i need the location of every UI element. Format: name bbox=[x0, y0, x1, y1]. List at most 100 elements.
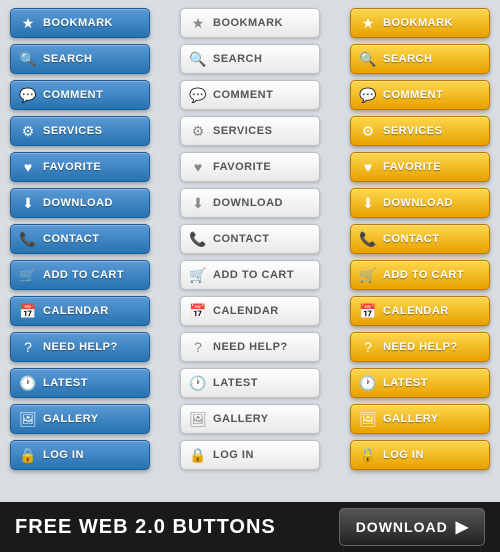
gallery-label-gold: GALLERY bbox=[383, 413, 439, 425]
btn-white-login[interactable]: 🔒 LOG IN bbox=[180, 440, 320, 470]
contact-label-blue: CONTACT bbox=[43, 233, 99, 245]
btn-blue-download[interactable]: ⬇ DOWNLOAD bbox=[10, 188, 150, 218]
calendar-label-gold: CALENDAR bbox=[383, 305, 449, 317]
button-row-contact: 📞 CONTACT 📞 CONTACT 📞 CONTACT bbox=[10, 224, 490, 254]
btn-blue-needhelp[interactable]: ? NEED HELP? bbox=[10, 332, 150, 362]
download-label-gold: DOWNLOAD bbox=[383, 197, 453, 209]
btn-blue-login[interactable]: 🔒 LOG IN bbox=[10, 440, 150, 470]
gallery-icon-white: 🖼 bbox=[189, 411, 207, 428]
btn-gold-latest[interactable]: 🕐 LATEST bbox=[350, 368, 490, 398]
btn-white-calendar[interactable]: 📅 CALENDAR bbox=[180, 296, 320, 326]
footer-download-button[interactable]: DOWNLOAD ▶ bbox=[339, 508, 485, 546]
btn-gold-needhelp[interactable]: ? NEED HELP? bbox=[350, 332, 490, 362]
addtocart-label-white: ADD TO CART bbox=[213, 269, 294, 281]
addtocart-icon-blue: 🛒 bbox=[19, 267, 37, 284]
btn-gold-favorite[interactable]: ♥ FAVORITE bbox=[350, 152, 490, 182]
btn-gold-bookmark[interactable]: ★ BOOKMARK bbox=[350, 8, 490, 38]
btn-white-gallery[interactable]: 🖼 GALLERY bbox=[180, 404, 320, 434]
download-label-white: DOWNLOAD bbox=[213, 197, 283, 209]
gallery-icon-blue: 🖼 bbox=[19, 411, 37, 428]
search-icon-blue: 🔍 bbox=[19, 51, 37, 68]
bookmark-icon-blue: ★ bbox=[19, 15, 37, 32]
button-row-calendar: 📅 CALENDAR 📅 CALENDAR 📅 CALENDAR bbox=[10, 296, 490, 326]
contact-label-white: CONTACT bbox=[213, 233, 269, 245]
btn-gold-services[interactable]: ⚙ SERVICES bbox=[350, 116, 490, 146]
btn-gold-addtocart[interactable]: 🛒 ADD TO CART bbox=[350, 260, 490, 290]
download-icon-white: ⬇ bbox=[189, 195, 207, 212]
btn-white-search[interactable]: 🔍 SEARCH bbox=[180, 44, 320, 74]
download-icon-gold: ⬇ bbox=[359, 195, 377, 212]
needhelp-label-white: NEED HELP? bbox=[213, 341, 288, 353]
bookmark-label-gold: BOOKMARK bbox=[383, 17, 453, 29]
login-label-white: LOG IN bbox=[213, 449, 254, 461]
login-icon-gold: 🔒 bbox=[359, 447, 377, 464]
login-label-gold: LOG IN bbox=[383, 449, 424, 461]
services-icon-gold: ⚙ bbox=[359, 123, 377, 140]
search-icon-gold: 🔍 bbox=[359, 51, 377, 68]
btn-gold-gallery[interactable]: 🖼 GALLERY bbox=[350, 404, 490, 434]
needhelp-label-gold: NEED HELP? bbox=[383, 341, 458, 353]
login-icon-white: 🔒 bbox=[189, 447, 207, 464]
btn-blue-bookmark[interactable]: ★ BOOKMARK bbox=[10, 8, 150, 38]
btn-blue-services[interactable]: ⚙ SERVICES bbox=[10, 116, 150, 146]
footer-download-label: DOWNLOAD bbox=[356, 519, 448, 535]
btn-gold-calendar[interactable]: 📅 CALENDAR bbox=[350, 296, 490, 326]
btn-white-contact[interactable]: 📞 CONTACT bbox=[180, 224, 320, 254]
calendar-icon-white: 📅 bbox=[189, 303, 207, 320]
addtocart-icon-gold: 🛒 bbox=[359, 267, 377, 284]
button-row-services: ⚙ SERVICES ⚙ SERVICES ⚙ SERVICES bbox=[10, 116, 490, 146]
btn-blue-comment[interactable]: 💬 COMMENT bbox=[10, 80, 150, 110]
login-icon-blue: 🔒 bbox=[19, 447, 37, 464]
btn-blue-calendar[interactable]: 📅 CALENDAR bbox=[10, 296, 150, 326]
latest-icon-white: 🕐 bbox=[189, 375, 207, 392]
comment-icon-white: 💬 bbox=[189, 87, 207, 104]
btn-gold-search[interactable]: 🔍 SEARCH bbox=[350, 44, 490, 74]
button-row-latest: 🕐 LATEST 🕐 LATEST 🕐 LATEST bbox=[10, 368, 490, 398]
btn-white-latest[interactable]: 🕐 LATEST bbox=[180, 368, 320, 398]
addtocart-icon-white: 🛒 bbox=[189, 267, 207, 284]
btn-white-services[interactable]: ⚙ SERVICES bbox=[180, 116, 320, 146]
search-icon-white: 🔍 bbox=[189, 51, 207, 68]
bookmark-icon-gold: ★ bbox=[359, 15, 377, 32]
btn-white-comment[interactable]: 💬 COMMENT bbox=[180, 80, 320, 110]
btn-blue-gallery[interactable]: 🖼 GALLERY bbox=[10, 404, 150, 434]
btn-white-download[interactable]: ⬇ DOWNLOAD bbox=[180, 188, 320, 218]
button-row-favorite: ♥ FAVORITE ♥ FAVORITE ♥ FAVORITE bbox=[10, 152, 490, 182]
favorite-label-blue: FAVORITE bbox=[43, 161, 101, 173]
btn-white-needhelp[interactable]: ? NEED HELP? bbox=[180, 332, 320, 362]
button-row-download: ⬇ DOWNLOAD ⬇ DOWNLOAD ⬇ DOWNLOAD bbox=[10, 188, 490, 218]
btn-gold-comment[interactable]: 💬 COMMENT bbox=[350, 80, 490, 110]
services-icon-blue: ⚙ bbox=[19, 123, 37, 140]
btn-gold-login[interactable]: 🔒 LOG IN bbox=[350, 440, 490, 470]
btn-gold-download[interactable]: ⬇ DOWNLOAD bbox=[350, 188, 490, 218]
btn-blue-addtocart[interactable]: 🛒 ADD TO CART bbox=[10, 260, 150, 290]
calendar-label-blue: CALENDAR bbox=[43, 305, 109, 317]
footer-download-arrow-icon: ▶ bbox=[456, 517, 468, 537]
services-icon-white: ⚙ bbox=[189, 123, 207, 140]
comment-icon-blue: 💬 bbox=[19, 87, 37, 104]
gallery-label-white: GALLERY bbox=[213, 413, 269, 425]
gallery-icon-gold: 🖼 bbox=[359, 411, 377, 428]
download-label-blue: DOWNLOAD bbox=[43, 197, 113, 209]
contact-icon-blue: 📞 bbox=[19, 231, 37, 248]
btn-blue-latest[interactable]: 🕐 LATEST bbox=[10, 368, 150, 398]
search-label-gold: SEARCH bbox=[383, 53, 432, 65]
btn-blue-search[interactable]: 🔍 SEARCH bbox=[10, 44, 150, 74]
btn-white-favorite[interactable]: ♥ FAVORITE bbox=[180, 152, 320, 182]
button-row-gallery: 🖼 GALLERY 🖼 GALLERY 🖼 GALLERY bbox=[10, 404, 490, 434]
btn-white-bookmark[interactable]: ★ BOOKMARK bbox=[180, 8, 320, 38]
btn-white-addtocart[interactable]: 🛒 ADD TO CART bbox=[180, 260, 320, 290]
btn-gold-contact[interactable]: 📞 CONTACT bbox=[350, 224, 490, 254]
calendar-label-white: CALENDAR bbox=[213, 305, 279, 317]
contact-label-gold: CONTACT bbox=[383, 233, 439, 245]
btn-blue-favorite[interactable]: ♥ FAVORITE bbox=[10, 152, 150, 182]
comment-label-white: COMMENT bbox=[213, 89, 273, 101]
latest-icon-blue: 🕐 bbox=[19, 375, 37, 392]
favorite-icon-gold: ♥ bbox=[359, 159, 377, 175]
comment-label-gold: COMMENT bbox=[383, 89, 443, 101]
search-label-white: SEARCH bbox=[213, 53, 262, 65]
footer: FREE WEB 2.0 BUTTONS DOWNLOAD ▶ bbox=[0, 502, 500, 552]
btn-blue-contact[interactable]: 📞 CONTACT bbox=[10, 224, 150, 254]
favorite-icon-blue: ♥ bbox=[19, 159, 37, 175]
contact-icon-white: 📞 bbox=[189, 231, 207, 248]
